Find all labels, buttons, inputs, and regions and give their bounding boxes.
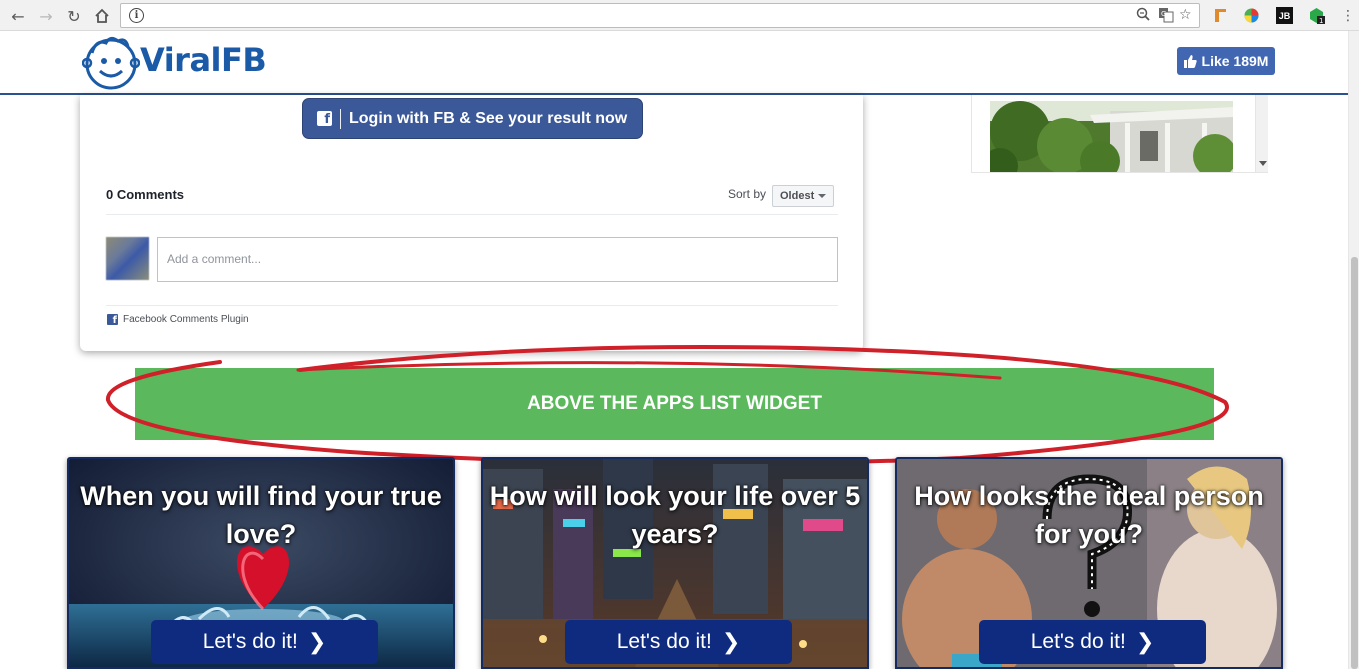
app-card-true-love[interactable]: When you will find your true love? Let's… [67,457,455,669]
caret-down-icon [818,194,827,198]
app-title: When you will find your true love? [80,481,442,549]
chevron-right-icon: ❯ [721,629,741,655]
thumbs-up-icon [1183,54,1197,68]
add-comment-input[interactable]: Add a comment... [157,237,838,282]
app-card-life-5-years[interactable]: How will look your life over 5 years? Le… [481,457,869,669]
extension-jb-icon[interactable]: JB [1276,7,1293,24]
lets-do-it-button[interactable]: Let's do it! ❯ [979,620,1206,664]
like-count-label: Like 189M [1201,53,1269,69]
svg-text:G: G [1161,10,1166,18]
button-label: Let's do it! [616,630,712,653]
translate-icon[interactable]: G [1158,7,1174,27]
logo-face-icon [81,36,141,90]
lets-do-it-button[interactable]: Let's do it! ❯ [151,620,378,664]
button-label: Let's do it! [1030,630,1126,653]
facebook-like-button[interactable]: Like 189M [1177,47,1275,75]
scroll-down-icon[interactable] [1259,161,1267,166]
app-title: How will look your life over 5 years? [489,481,861,549]
app-card-ideal-person[interactable]: How looks the ideal person for you? Let'… [895,457,1283,669]
extension-color-icon[interactable] [1243,7,1260,24]
chevron-right-icon: ❯ [307,629,327,655]
chevron-right-icon: ❯ [1135,629,1155,655]
extension-ruler-icon[interactable] [1212,7,1229,24]
scrollbar-thumb[interactable] [1351,257,1358,669]
reload-icon[interactable]: ↻ [63,5,85,27]
house-image[interactable] [990,101,1233,172]
widget-label: ABOVE THE APPS LIST WIDGET [527,393,822,414]
button-separator [340,108,341,129]
site-header: ViralFB Like 189M [0,31,1359,95]
forward-arrow-icon[interactable]: → [35,5,57,27]
apps-list-widget-banner: ABOVE THE APPS LIST WIDGET [135,368,1214,440]
divider [106,214,838,215]
address-bar[interactable]: i G ☆ [120,3,1200,28]
back-arrow-icon[interactable]: ← [7,5,29,27]
facebook-icon: f [107,314,118,326]
bookmark-star-icon[interactable]: ☆ [1179,7,1192,23]
login-button-label: Login with FB & See your result now [349,109,628,127]
page-scrollbar[interactable] [1348,31,1359,669]
facebook-comments-plugin-link[interactable]: Facebook Comments Plugin [123,314,249,325]
button-label: Let's do it! [202,630,298,653]
logo-text: ViralFB [140,41,267,79]
sidebar-scrollbar[interactable] [1255,95,1268,172]
svg-text:1: 1 [1319,17,1323,24]
extension-hex-icon[interactable]: 1 [1308,7,1325,25]
user-avatar [106,237,149,280]
sort-dropdown[interactable]: Oldest [772,185,834,207]
zoom-icon[interactable] [1136,7,1150,25]
divider [106,305,838,306]
info-icon[interactable]: i [129,8,144,23]
sort-by-label: Sort by [728,187,767,201]
sidebar-ad-frame [971,95,1268,173]
home-icon[interactable] [91,5,113,27]
browser-toolbar: ← → ↻ i G ☆ JB 1 ⋮ [0,0,1359,31]
menu-dots-icon[interactable]: ⋮ [1337,5,1359,27]
comments-card: f Login with FB & See your result now 0 … [80,95,863,351]
viralfb-logo[interactable]: ViralFB [81,33,267,91]
sort-value: Oldest [780,190,815,202]
app-title: How looks the ideal person for you? [914,481,1264,549]
lets-do-it-button[interactable]: Let's do it! ❯ [565,620,792,664]
comments-count: 0 Comments [106,187,185,202]
facebook-icon: f [317,111,332,126]
login-with-fb-button[interactable]: f Login with FB & See your result now [302,98,643,139]
